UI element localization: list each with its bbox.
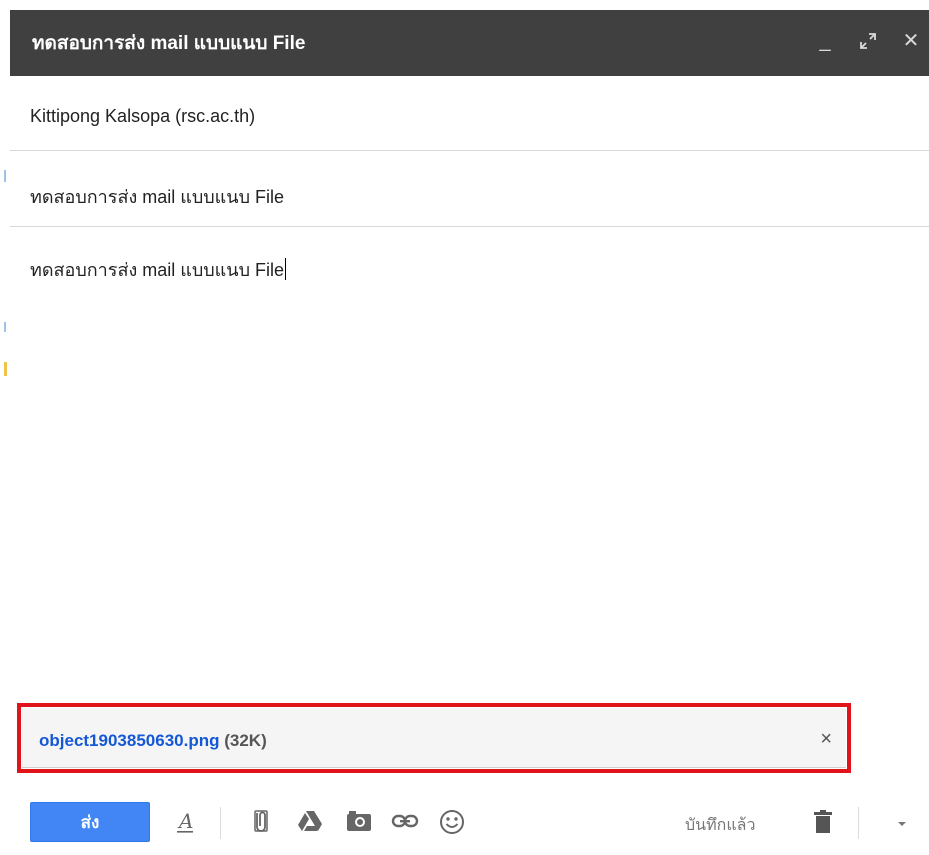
compose-toolbar: ส่ง A บันทึกแล้ว	[10, 790, 929, 855]
insert-link-icon	[391, 814, 419, 828]
insert-link-button[interactable]	[390, 806, 420, 836]
attach-file-icon	[254, 810, 268, 832]
compose-titlebar[interactable]: ทดสอบการส่ง mail แบบแนบ File _ ✕	[10, 10, 929, 76]
emoji-icon	[440, 810, 464, 834]
draft-saved-status: บันทึกแล้ว	[685, 815, 756, 834]
discard-draft-button[interactable]	[808, 806, 838, 836]
formatting-icon: A	[177, 809, 193, 833]
insert-photo-icon	[347, 811, 371, 831]
recipient-chip[interactable]: Kittipong Kalsopa (rsc.ac.th)	[30, 106, 255, 127]
highlight-annotation-box	[17, 703, 851, 773]
google-drive-button[interactable]	[295, 806, 325, 836]
attach-file-button[interactable]	[246, 806, 276, 836]
emoji-button[interactable]	[437, 806, 467, 836]
toolbar-separator	[220, 807, 221, 839]
formatting-button[interactable]: A	[170, 806, 200, 836]
google-drive-icon	[298, 811, 322, 831]
minimize-button[interactable]: _	[812, 28, 838, 54]
subject-text: ทดสอบการส่ง mail แบบแนบ File	[30, 187, 285, 207]
message-body[interactable]: ทดสอบการส่ง mail แบบแนบ File	[10, 227, 929, 697]
subject-field[interactable]: ทดสอบการส่ง mail แบบแนบ File	[10, 151, 929, 227]
background-edge	[0, 0, 10, 855]
expand-button[interactable]	[855, 28, 881, 54]
compose-window: ทดสอบการส่ง mail แบบแนบ File _ ✕ Kittipo…	[10, 10, 929, 855]
text-cursor	[285, 258, 287, 280]
close-button[interactable]: ✕	[898, 28, 924, 54]
body-text: ทดสอบการส่ง mail แบบแนบ File	[30, 260, 285, 280]
recipients-field[interactable]: Kittipong Kalsopa (rsc.ac.th)	[10, 76, 929, 151]
background-mark	[4, 322, 6, 332]
svg-text:A: A	[177, 809, 193, 833]
expand-icon	[860, 33, 876, 49]
send-button[interactable]: ส่ง	[30, 802, 150, 842]
background-mark	[4, 362, 7, 376]
background-mark	[4, 170, 6, 182]
chevron-down-icon	[898, 822, 906, 826]
more-options-button[interactable]	[887, 806, 917, 836]
discard-draft-icon	[814, 810, 832, 833]
compose-title: ทดสอบการส่ง mail แบบแนบ File	[32, 33, 306, 54]
insert-photo-button[interactable]	[344, 806, 374, 836]
toolbar-separator	[858, 807, 859, 839]
